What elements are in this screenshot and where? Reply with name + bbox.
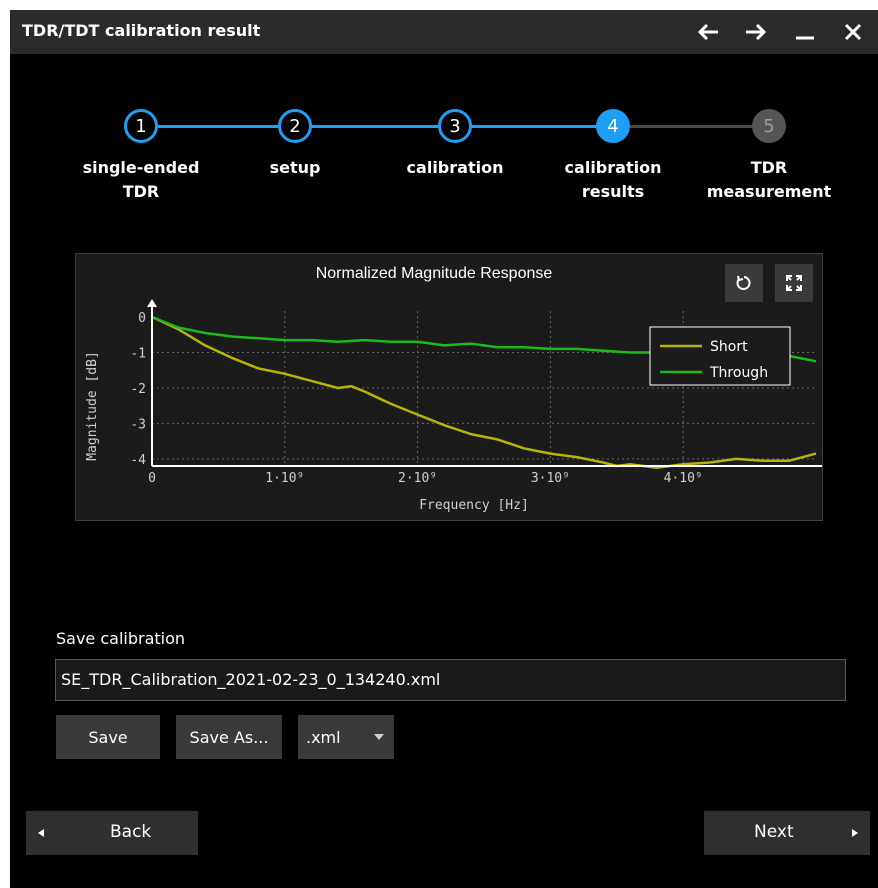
y-axis-arrow <box>147 299 157 307</box>
caret-right-icon <box>852 829 858 837</box>
calibration-filename-field[interactable]: SE_TDR_Calibration_2021-02-23_0_134240.x… <box>55 659 846 701</box>
step-2-label: setup <box>269 158 321 177</box>
step-5-label: TDR measurement <box>689 156 849 204</box>
file-format-value: .xml <box>306 727 341 747</box>
step-5-label-line2: measurement <box>706 182 832 201</box>
reset-zoom-button[interactable] <box>725 264 763 302</box>
minimize-icon[interactable] <box>786 10 824 54</box>
calibration-result-window: TDR/TDT calibration result 1 2 3 4 5 sin… <box>10 10 878 888</box>
y-tick-label: 0 <box>138 311 146 326</box>
forward-arrow-icon[interactable] <box>736 10 774 54</box>
caret-left-icon <box>38 829 44 837</box>
x-tick-label: 2·10⁹ <box>398 471 437 486</box>
reset-icon <box>736 275 751 290</box>
chart-legend: Short Through <box>649 326 791 386</box>
save-calibration-label: Save calibration <box>56 629 186 648</box>
back-button-label: Back <box>110 822 152 842</box>
step-1-label-line2: TDR <box>122 182 160 201</box>
step-4-label-line1: calibration <box>564 158 662 177</box>
step-1-label-line1: single-ended <box>82 158 200 177</box>
step-5-circle[interactable]: 5 <box>752 109 786 143</box>
legend-label-through: Through <box>709 365 768 381</box>
step-1-label: single-ended TDR <box>61 156 221 204</box>
next-button-label: Next <box>754 822 794 842</box>
chart-title: Normalized Magnitude Response <box>316 265 553 282</box>
x-tick-label: 0 <box>148 471 156 486</box>
step-connector <box>312 125 438 128</box>
x-tick-label: 3·10⁹ <box>531 471 570 486</box>
step-2-circle[interactable]: 2 <box>278 109 312 143</box>
window-title: TDR/TDT calibration result <box>22 21 261 40</box>
step-4-circle[interactable]: 4 <box>596 109 630 143</box>
y-tick-label: -4 <box>130 453 146 468</box>
expand-icon <box>786 275 802 291</box>
x-axis-label: Frequency [Hz] <box>419 498 529 513</box>
title-bar: TDR/TDT calibration result <box>10 10 878 54</box>
y-axis-label: Magnitude [dB] <box>85 351 100 461</box>
file-format-dropdown[interactable]: .xml <box>298 715 394 759</box>
chart-svg: Normalized Magnitude Response 0 1·10⁹ 2·10… <box>85 265 822 513</box>
x-tick-label: 1·10⁹ <box>265 471 304 486</box>
fullscreen-button[interactable] <box>775 264 813 302</box>
step-connector <box>158 125 278 128</box>
back-arrow-icon[interactable] <box>690 10 728 54</box>
step-connector <box>472 125 596 128</box>
step-connector <box>630 125 752 128</box>
legend-label-short: Short <box>710 339 748 355</box>
y-tick-label: -3 <box>130 417 146 432</box>
x-tick-label: 4·10⁹ <box>664 471 703 486</box>
y-tick-label: -2 <box>130 382 146 397</box>
chevron-down-icon <box>374 734 384 740</box>
save-as-button[interactable]: Save As... <box>176 715 282 759</box>
step-1-circle[interactable]: 1 <box>124 109 158 143</box>
save-button[interactable]: Save <box>56 715 160 759</box>
y-tick-label: -1 <box>130 346 146 361</box>
magnitude-response-chart: Normalized Magnitude Response 0 1·10⁹ 2·10… <box>75 253 823 521</box>
step-5-label-line1: TDR <box>750 158 788 177</box>
step-4-label: calibration results <box>533 156 693 204</box>
step-3-label: calibration <box>406 158 504 177</box>
next-button[interactable]: Next <box>704 811 870 855</box>
close-icon[interactable] <box>834 10 872 54</box>
back-button[interactable]: Back <box>26 811 198 855</box>
step-3-circle[interactable]: 3 <box>438 109 472 143</box>
step-4-label-line2: results <box>581 182 645 201</box>
